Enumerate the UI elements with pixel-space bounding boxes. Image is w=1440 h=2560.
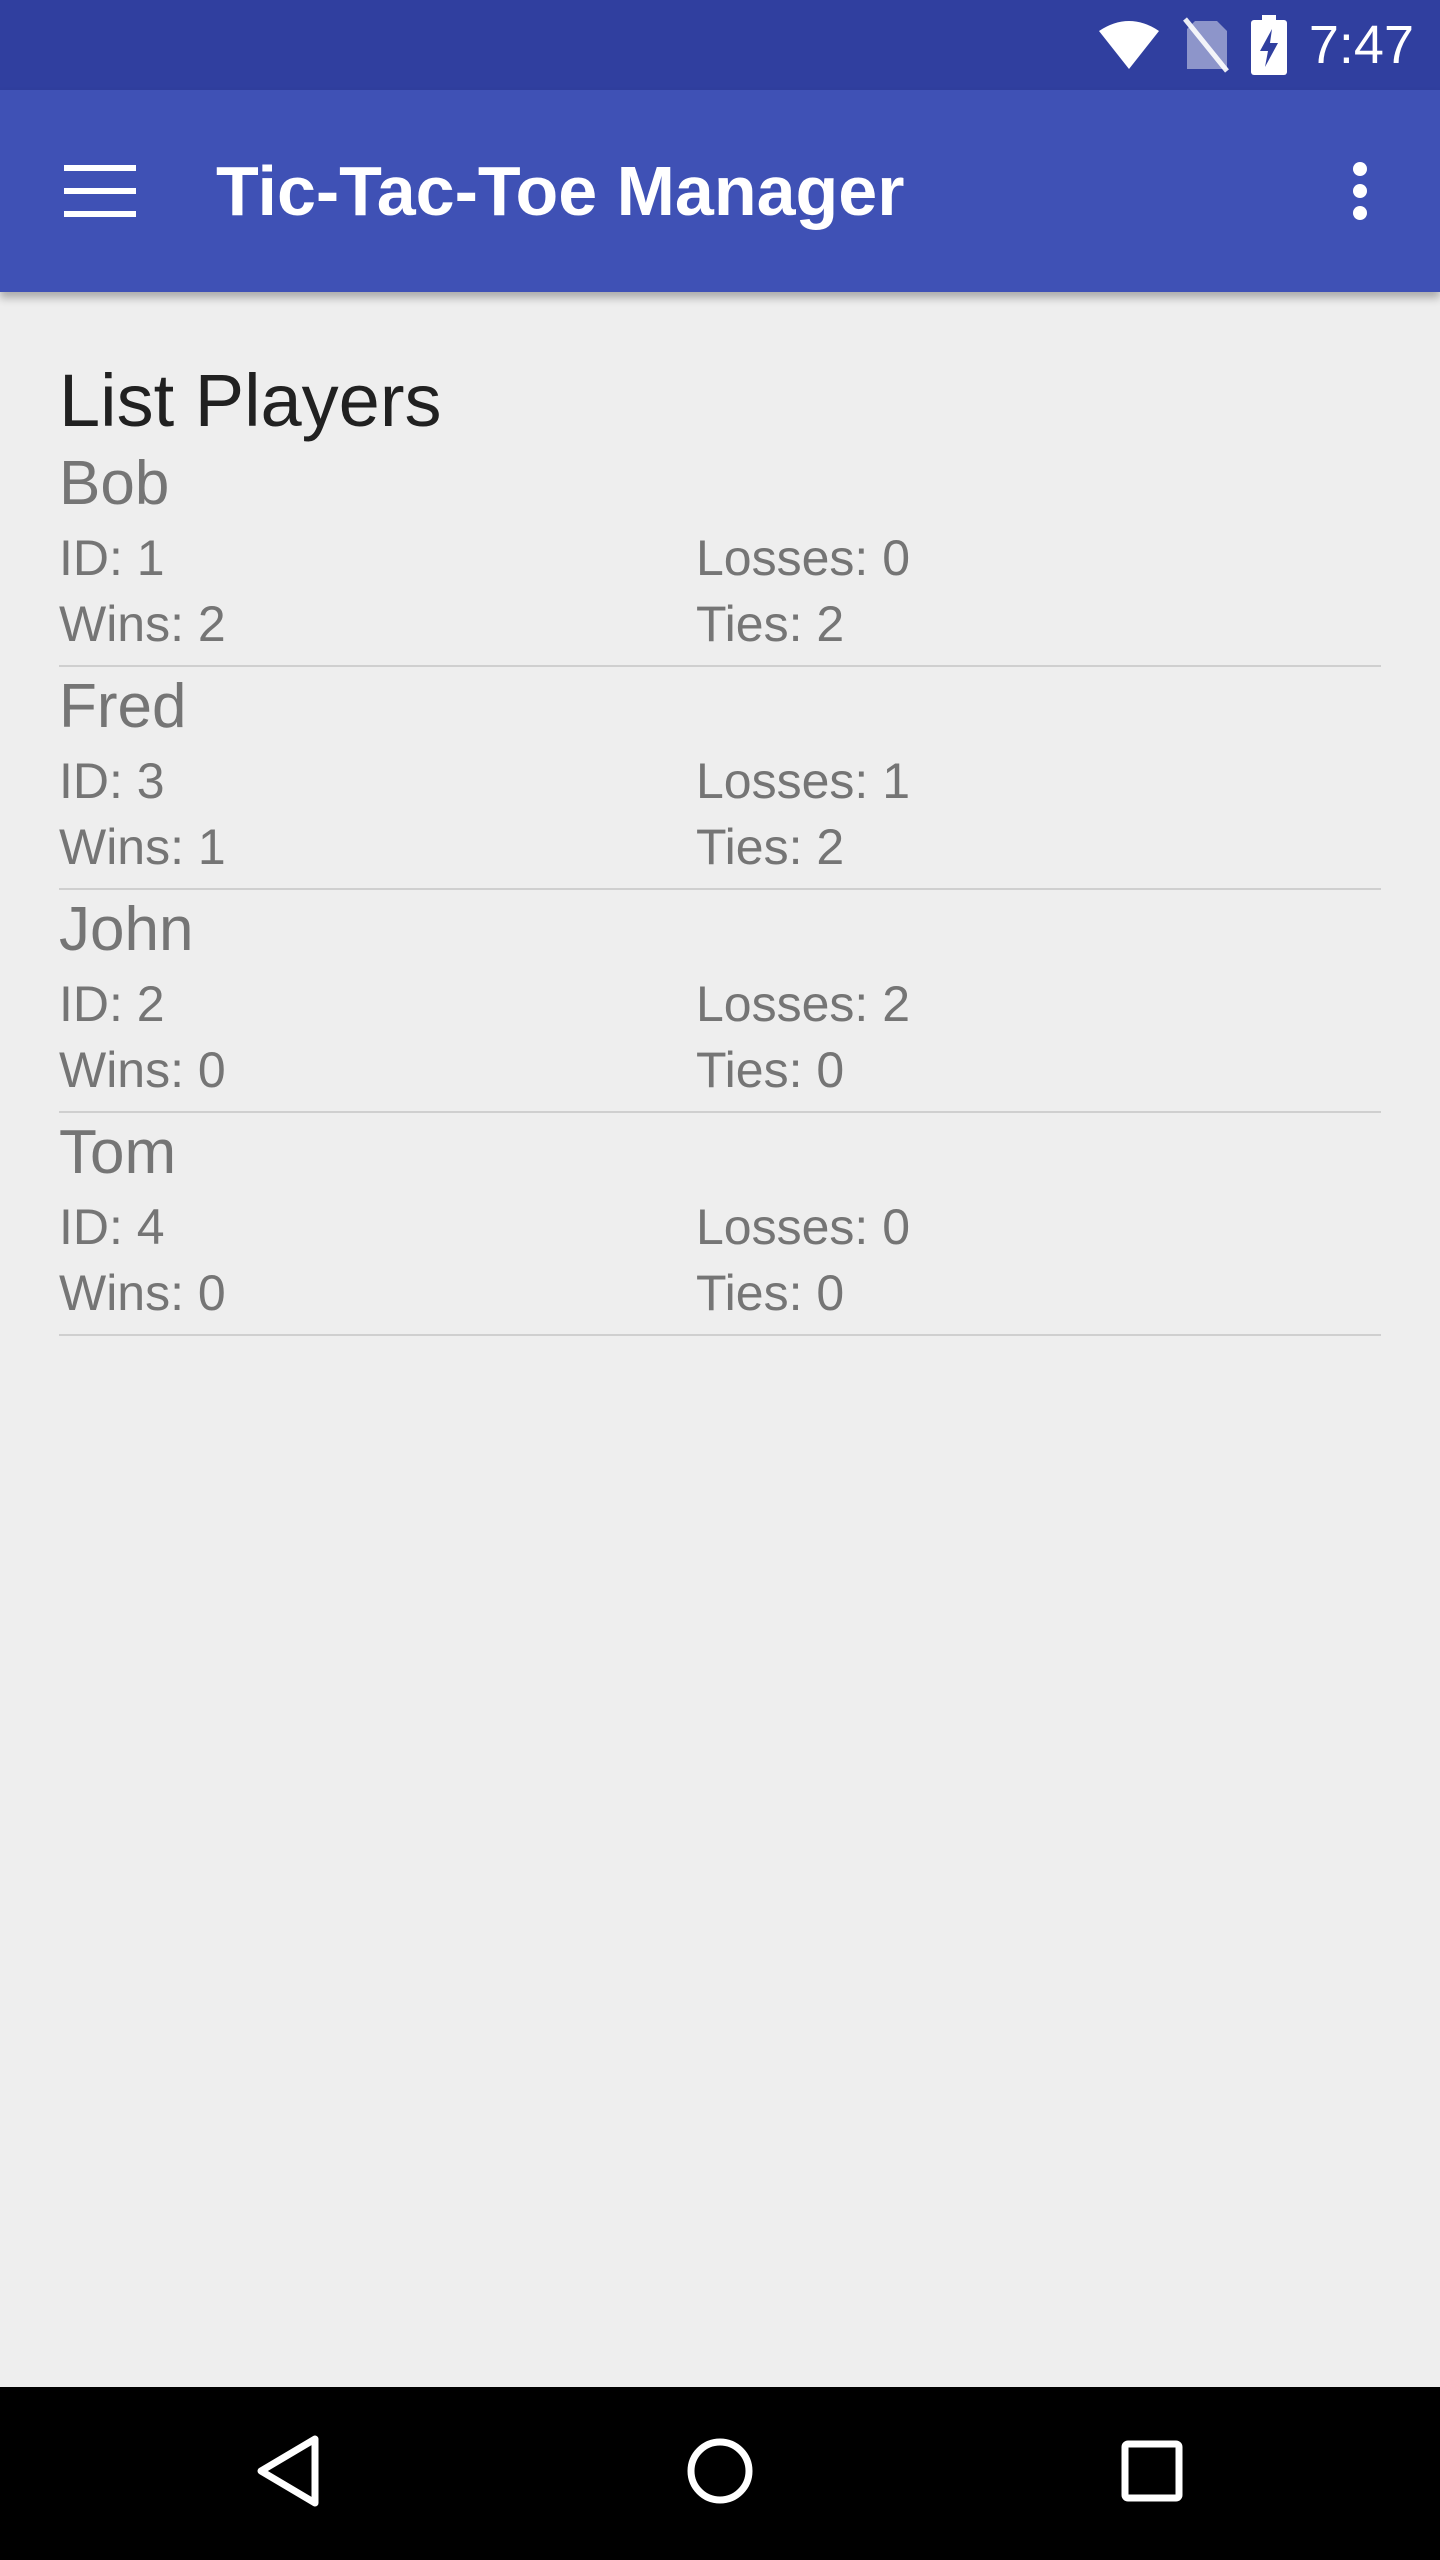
player-losses: Losses: 1	[696, 753, 911, 809]
player-id: ID: 3	[59, 753, 165, 809]
recents-icon	[1121, 2440, 1183, 2507]
app-title: Tic-Tac-Toe Manager	[216, 152, 905, 230]
status-time: 7:47	[1308, 15, 1414, 75]
player-ties: Ties: 2	[696, 819, 845, 875]
player-ties: Ties: 0	[696, 1265, 845, 1321]
player-id: ID: 4	[59, 1199, 165, 1255]
player-losses: Losses: 2	[696, 976, 911, 1032]
page-title: List Players	[59, 359, 442, 442]
back-button[interactable]	[208, 2387, 368, 2560]
hamburger-menu-icon	[64, 164, 136, 222]
player-name: John	[59, 895, 194, 964]
player-list-item[interactable]: Fred ID: 3 Wins: 1 Losses: 1 Ties: 2	[59, 667, 1381, 890]
app-bar: Tic-Tac-Toe Manager	[0, 90, 1440, 292]
back-icon	[253, 2433, 323, 2514]
more-vert-icon	[1352, 161, 1368, 226]
status-bar: 7:47	[0, 0, 1440, 90]
player-id: ID: 1	[59, 530, 165, 586]
home-icon	[686, 2437, 754, 2510]
player-list-item[interactable]: John ID: 2 Wins: 0 Losses: 2 Ties: 0	[59, 890, 1381, 1113]
player-wins: Wins: 1	[59, 819, 226, 875]
home-button[interactable]	[640, 2387, 800, 2560]
player-list-item[interactable]: Tom ID: 4 Wins: 0 Losses: 0 Ties: 0	[59, 1113, 1381, 1336]
player-wins: Wins: 0	[59, 1265, 226, 1321]
player-wins: Wins: 0	[59, 1042, 226, 1098]
player-wins: Wins: 2	[59, 596, 226, 652]
overflow-menu-button[interactable]	[1320, 143, 1400, 243]
player-name: Bob	[59, 449, 170, 518]
status-icons: 7:47	[1097, 0, 1414, 90]
player-ties: Ties: 0	[696, 1042, 845, 1098]
player-name: Tom	[59, 1118, 177, 1187]
menu-button[interactable]	[50, 143, 150, 243]
wifi-icon	[1097, 19, 1161, 71]
player-name: Fred	[59, 672, 187, 741]
battery-charging-icon	[1250, 15, 1287, 75]
player-ties: Ties: 2	[696, 596, 845, 652]
player-id: ID: 2	[59, 976, 165, 1032]
main-content: List Players Bob ID: 1 Wins: 2 Losses: 0…	[59, 292, 1381, 1336]
player-list-item[interactable]: Bob ID: 1 Wins: 2 Losses: 0 Ties: 2	[59, 444, 1381, 667]
navigation-bar	[0, 2387, 1440, 2560]
player-losses: Losses: 0	[696, 530, 911, 586]
recents-button[interactable]	[1072, 2387, 1232, 2560]
player-losses: Losses: 0	[696, 1199, 911, 1255]
no-sim-icon	[1182, 17, 1229, 73]
